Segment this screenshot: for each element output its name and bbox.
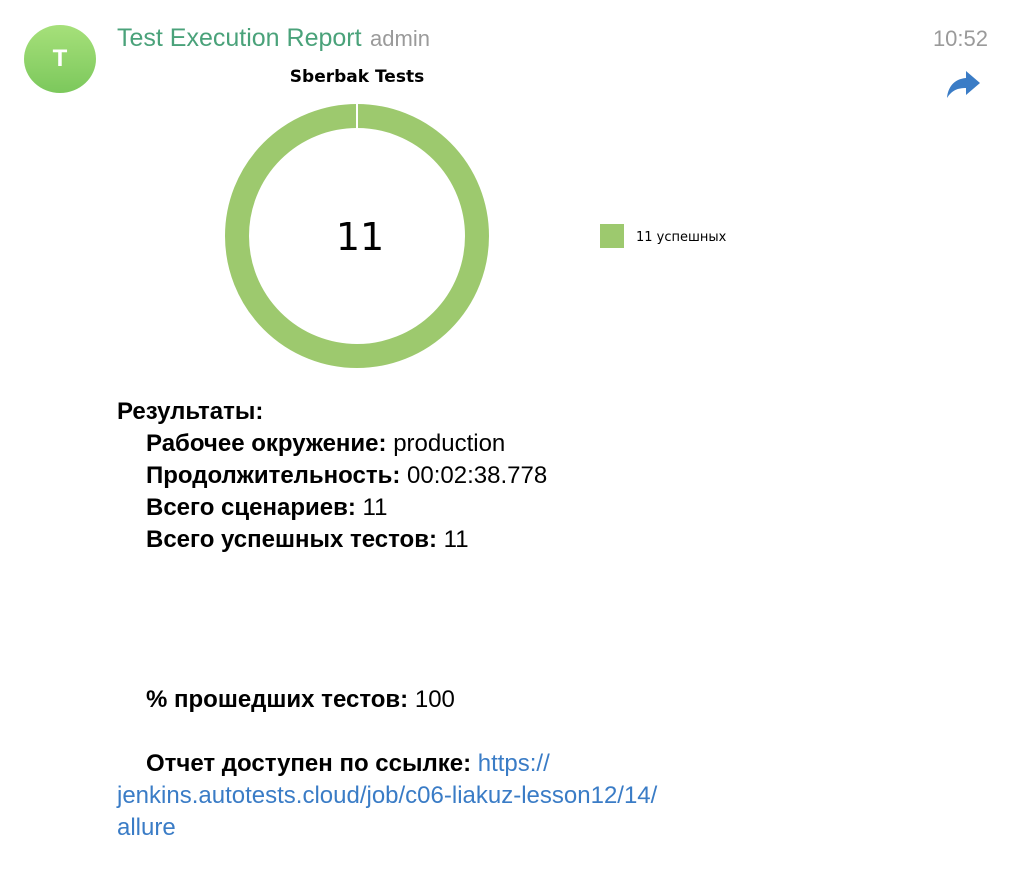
env-value: production [393, 430, 506, 457]
legend-label: 11 успешных [636, 230, 727, 245]
passed-row: Всего успешных тестов: 11 [117, 524, 997, 556]
sender-name[interactable]: Test Execution Report [117, 24, 362, 52]
pie-chart: Sberbak Tests 11 11 успешных [200, 58, 760, 378]
duration-value: 00:02:38.778 [407, 462, 548, 489]
chart-title: Sberbak Tests [290, 67, 424, 87]
results-heading: Результаты: [117, 398, 264, 425]
env-row: Рабочее окружение: production [117, 428, 997, 460]
avatar-letter: T [52, 45, 68, 72]
duration-label: Продолжительность: [146, 462, 401, 489]
report-label: Отчет доступен по ссылке: [146, 750, 472, 777]
report-row: Отчет доступен по ссылке: https://jenkin… [117, 748, 777, 844]
scenarios-value: 11 [362, 494, 388, 521]
message-header: Test Execution Report admin [117, 24, 430, 53]
passed-label: Всего успешных тестов: [146, 526, 437, 553]
sender-role: admin [370, 26, 430, 51]
chart-center-label: 11 [336, 215, 384, 259]
chat-message: T Test Execution Report admin 10:52 Sber… [0, 0, 1026, 888]
message-time: 10:52 [932, 26, 988, 51]
passed-value: 11 [443, 526, 469, 553]
percent-label: % прошедших тестов: [146, 686, 409, 713]
results-block: Результаты: Рабочее окружение: productio… [117, 396, 997, 844]
percent-row: % прошедших тестов: 100 [117, 684, 997, 716]
percent-value: 100 [414, 686, 455, 713]
legend-swatch [600, 224, 624, 248]
scenarios-label: Всего сценариев: [146, 494, 356, 521]
env-label: Рабочее окружение: [146, 430, 387, 457]
share-arrow-icon[interactable] [944, 67, 984, 103]
avatar[interactable]: T [24, 25, 96, 93]
scenarios-row: Всего сценариев: 11 [117, 492, 997, 524]
duration-row: Продолжительность: 00:02:38.778 [117, 460, 997, 492]
